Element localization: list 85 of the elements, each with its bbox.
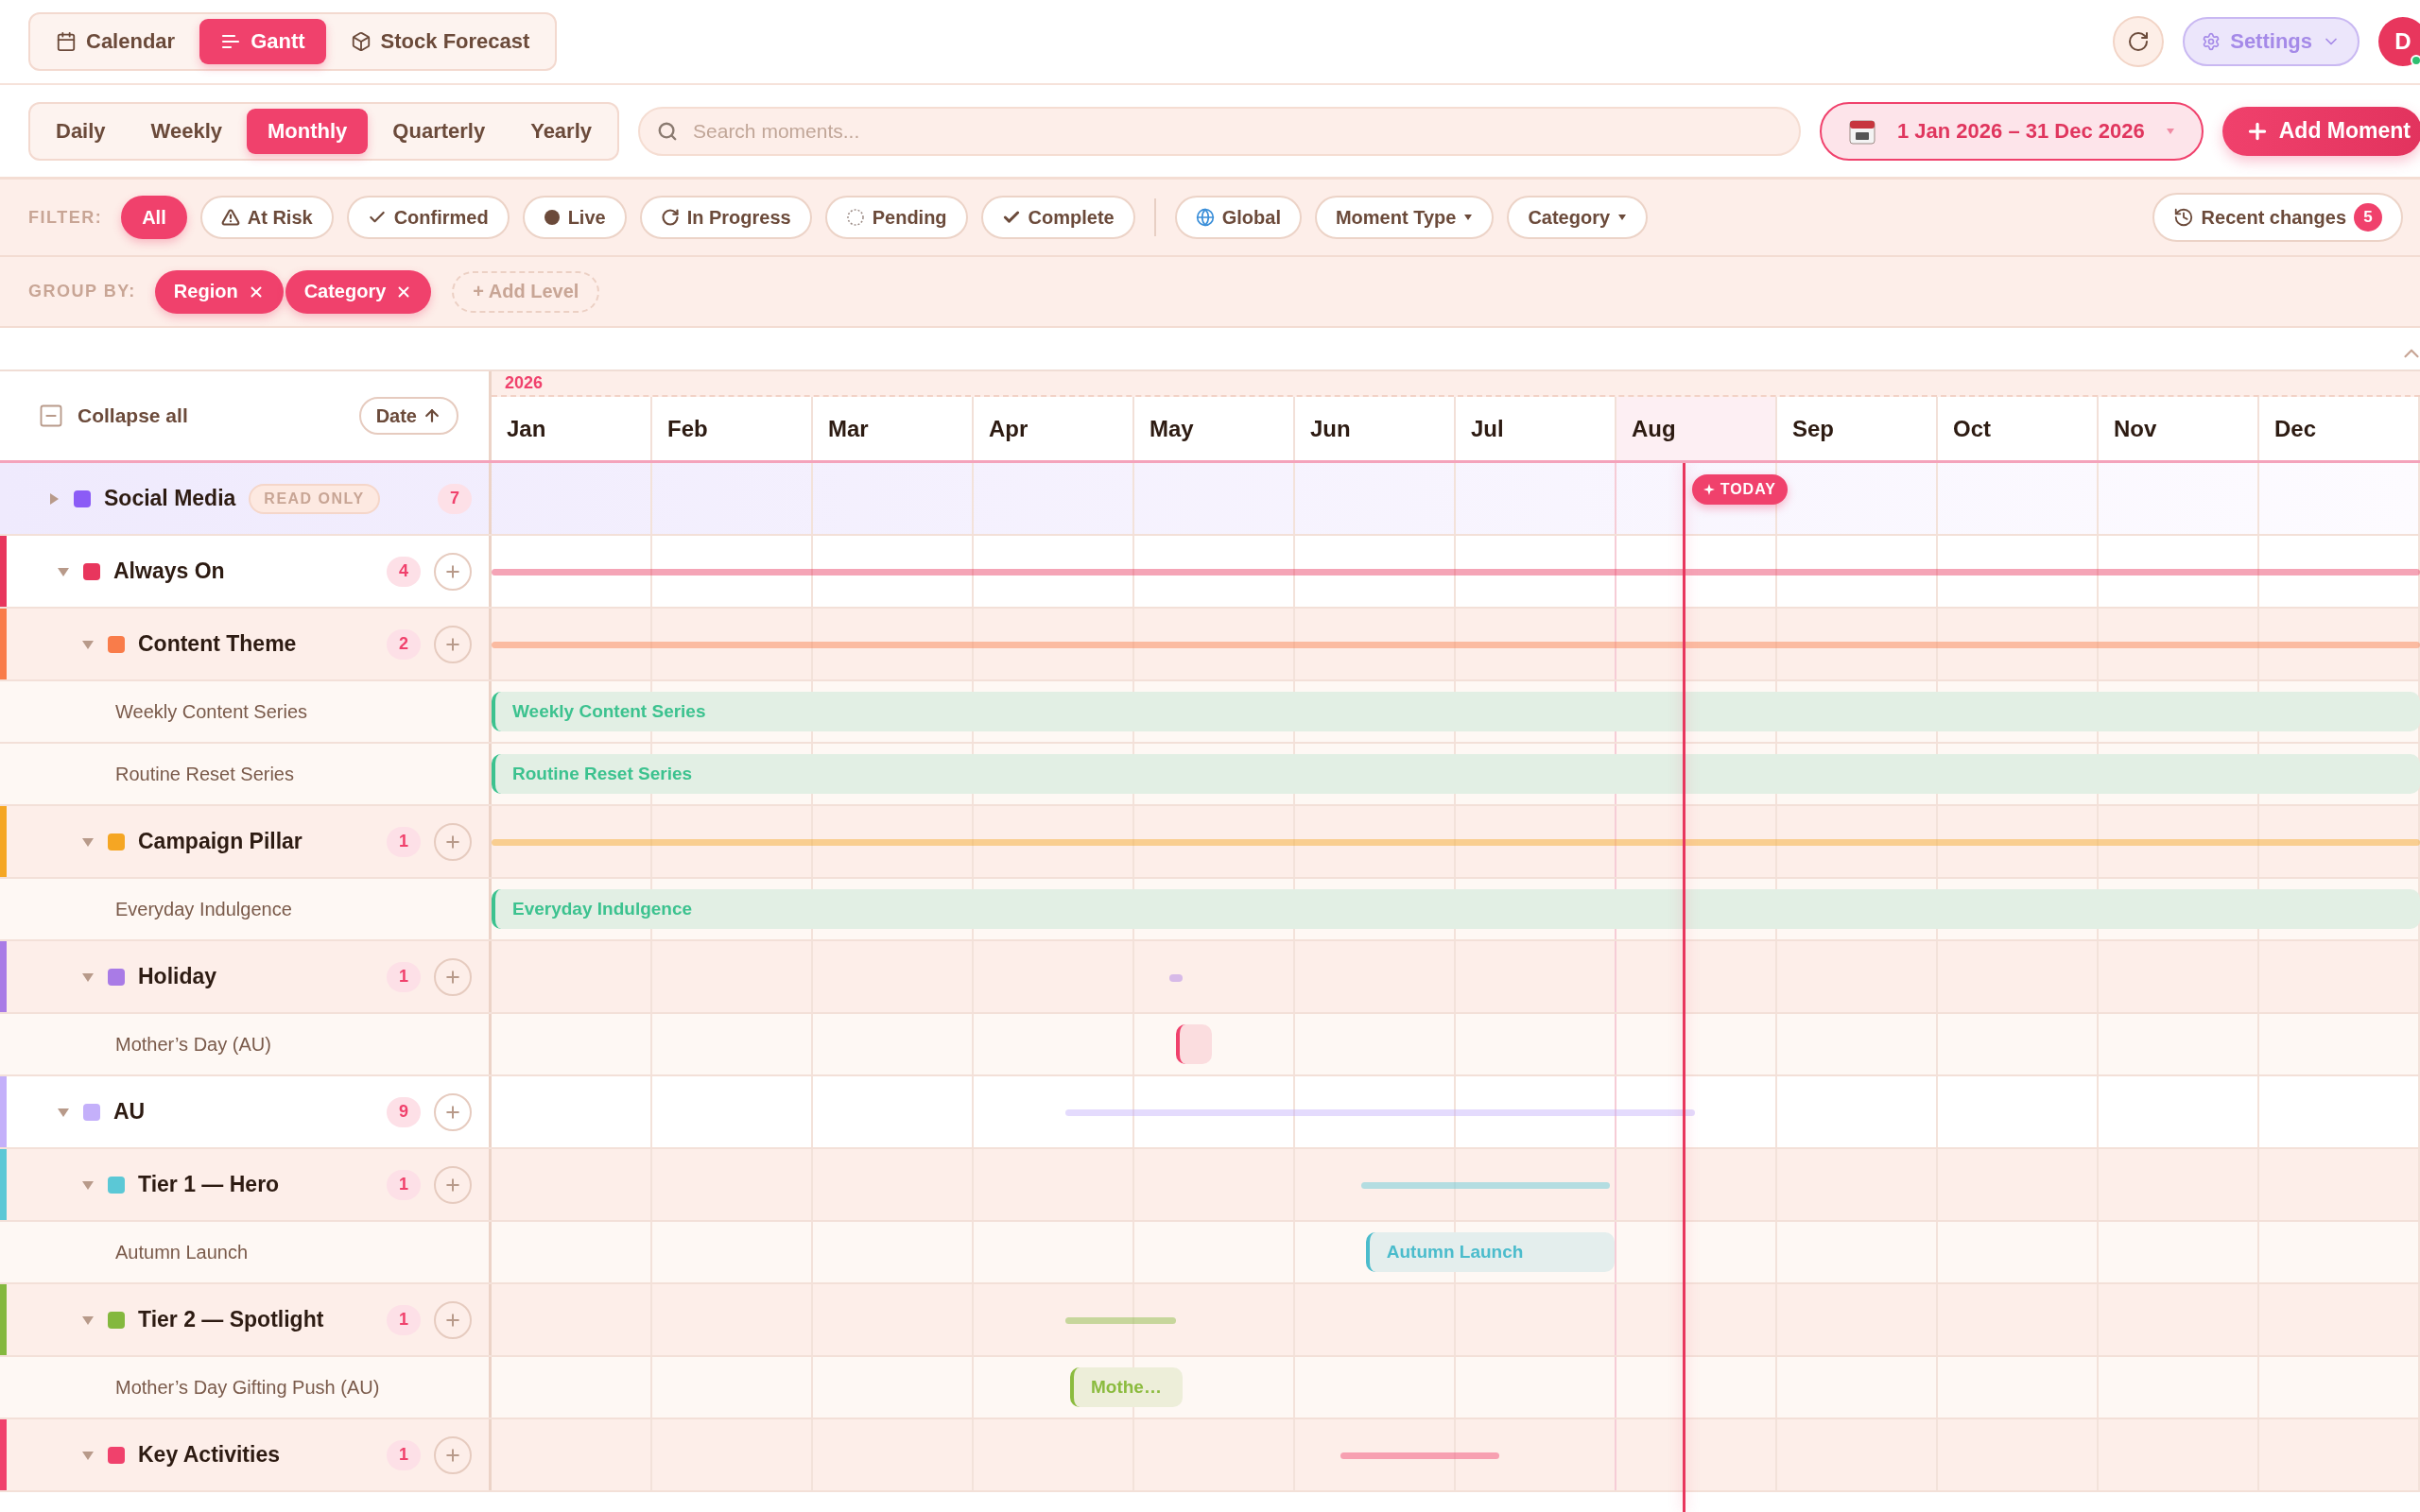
- filter-chip[interactable]: Live: [522, 196, 627, 239]
- filter-chip[interactable]: Confirmed: [346, 196, 510, 239]
- moment-bar[interactable]: [1176, 1024, 1212, 1064]
- filter-chip[interactable]: All: [121, 196, 187, 239]
- globe-icon: [1195, 208, 1215, 227]
- caret-right-icon[interactable]: [47, 491, 60, 506]
- filter-chip[interactable]: Global: [1174, 196, 1302, 239]
- count-badge: 4: [387, 556, 421, 587]
- add-button[interactable]: [434, 1165, 472, 1204]
- moment-name[interactable]: Routine Reset Series: [115, 763, 294, 785]
- group-name[interactable]: Holiday: [138, 964, 217, 989]
- year-label: 2026: [505, 373, 544, 393]
- count-badge: 2: [387, 628, 421, 660]
- group-name[interactable]: Campaign Pillar: [138, 829, 302, 854]
- sparkle-icon: [1703, 484, 1715, 495]
- group-name[interactable]: Social Media: [104, 486, 236, 511]
- dot-icon: [543, 209, 561, 226]
- calendar-icon: [56, 31, 77, 52]
- add-button[interactable]: [434, 552, 472, 591]
- period-tab[interactable]: Quarterly: [372, 108, 507, 154]
- filter-dropdown[interactable]: Category: [1507, 196, 1649, 239]
- dashed-circle-icon: [845, 208, 865, 227]
- add-button[interactable]: [434, 957, 472, 996]
- count-badge: 7: [438, 483, 472, 514]
- read-only-tag: READ ONLY: [249, 483, 380, 514]
- refresh-icon: [660, 208, 680, 227]
- group-name[interactable]: AU: [113, 1099, 146, 1125]
- today-label: TODAY: [1720, 481, 1776, 498]
- group-level-chip[interactable]: Category: [285, 269, 432, 314]
- period-tab[interactable]: Monthly: [247, 108, 369, 154]
- group-name[interactable]: Key Activities: [138, 1442, 280, 1468]
- refresh-button[interactable]: [2113, 16, 2165, 67]
- period-tab[interactable]: Daily: [35, 108, 127, 154]
- sort-button[interactable]: Date: [358, 397, 458, 435]
- view-tab[interactable]: Calendar: [35, 19, 197, 64]
- group-name[interactable]: Tier 1 — Hero: [138, 1172, 280, 1197]
- filter-chip[interactable]: At Risk: [199, 196, 334, 239]
- moment-name[interactable]: Mother’s Day Gifting Push (AU): [115, 1376, 380, 1399]
- add-button[interactable]: [434, 625, 472, 663]
- filter-dropdown[interactable]: Moment Type: [1314, 196, 1495, 239]
- count-badge: 9: [387, 1096, 421, 1127]
- group-name[interactable]: Always On: [113, 558, 225, 584]
- caret-down-icon: [2165, 127, 2175, 135]
- view-tab[interactable]: Gantt: [199, 19, 326, 64]
- avatar[interactable]: D: [2378, 17, 2420, 66]
- search-icon: [657, 120, 678, 142]
- summary-line: [1169, 973, 1183, 982]
- count-badge: 1: [387, 1304, 421, 1335]
- add-button[interactable]: [434, 1092, 472, 1131]
- moment-name[interactable]: Autumn Launch: [115, 1241, 249, 1263]
- filter-chip[interactable]: Pending: [824, 196, 968, 239]
- warning-icon: [220, 208, 240, 227]
- group-name[interactable]: Content Theme: [138, 631, 297, 657]
- add-button[interactable]: [434, 1435, 472, 1474]
- group-name[interactable]: Tier 2 — Spotlight: [138, 1307, 324, 1332]
- search-field[interactable]: Search moments...: [638, 106, 1801, 156]
- filter-chip[interactable]: In Progress: [639, 196, 812, 239]
- filter-chip[interactable]: Complete: [980, 196, 1135, 239]
- caret-down-icon: [1617, 214, 1628, 221]
- count-badge: 1: [387, 1439, 421, 1470]
- minus-square-icon: [38, 403, 64, 429]
- count-badge: 1: [387, 961, 421, 992]
- settings-icon: [2202, 32, 2221, 51]
- recent-changes-button[interactable]: Recent changes 5: [2152, 193, 2403, 242]
- cube-icon: [350, 31, 372, 52]
- history-icon: [2172, 207, 2194, 228]
- add-moment-button[interactable]: Add Moment: [2221, 106, 2420, 156]
- period-tab[interactable]: Weekly: [130, 108, 243, 154]
- group-by-label: GROUP BY:: [28, 282, 136, 301]
- period-tab[interactable]: Yearly: [510, 108, 613, 154]
- moment-name[interactable]: Weekly Content Series: [115, 700, 308, 723]
- add-button[interactable]: [434, 1300, 472, 1339]
- count-badge: 1: [387, 1169, 421, 1200]
- group-level-chip[interactable]: Region: [154, 269, 284, 314]
- collapse-all-button[interactable]: Collapse all: [38, 403, 188, 429]
- filter-label: FILTER:: [28, 207, 103, 228]
- month-header: Aug: [1616, 397, 1777, 460]
- count-badge: 1: [387, 826, 421, 857]
- moment-name[interactable]: Everyday Indulgence: [115, 898, 292, 920]
- moment-name[interactable]: Mother’s Day (AU): [115, 1033, 271, 1056]
- refresh-icon: [2127, 30, 2151, 53]
- date-range-picker[interactable]: 1 Jan 2026 – 31 Dec 2026: [1819, 101, 2204, 161]
- caret-down-icon: [1463, 214, 1474, 221]
- add-button[interactable]: [434, 822, 472, 861]
- view-tab[interactable]: Stock Forecast: [329, 19, 551, 64]
